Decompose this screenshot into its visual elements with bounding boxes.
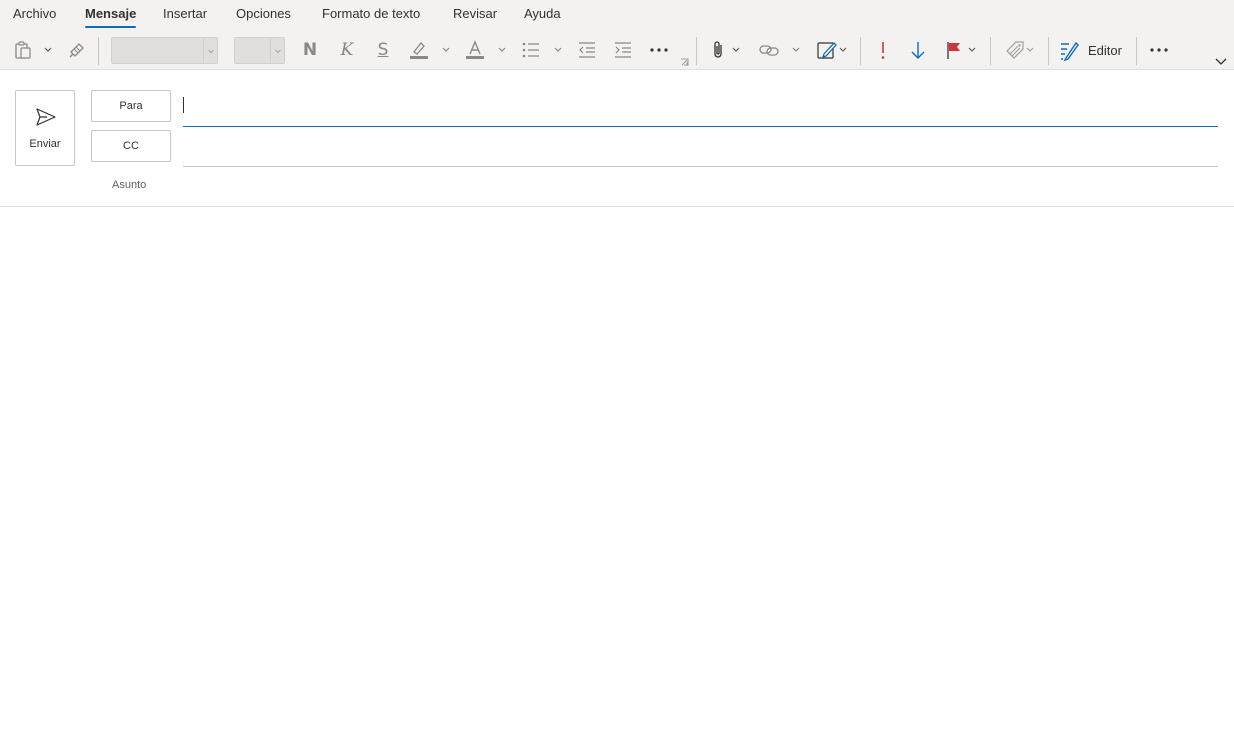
attach-button[interactable] [708, 38, 730, 62]
send-label: Enviar [29, 138, 61, 150]
paste-icon [15, 41, 31, 59]
cc-input[interactable] [183, 133, 1218, 163]
chevron-down-icon[interactable] [838, 44, 848, 54]
chevron-down-icon [203, 38, 217, 63]
subject-label: Asunto [112, 179, 147, 191]
signature-button[interactable] [816, 38, 838, 62]
toolbar-separator [1136, 37, 1137, 65]
highlight-icon [410, 42, 428, 59]
send-icon [36, 108, 56, 126]
font-color-button[interactable] [464, 38, 486, 62]
chevron-down-icon[interactable] [967, 44, 977, 54]
send-button[interactable]: Enviar [15, 90, 75, 166]
underline-icon: S [377, 40, 389, 60]
to-button[interactable]: Para [91, 90, 171, 122]
tab-formato-de-texto[interactable]: Formato de texto [322, 6, 420, 21]
italic-icon: K [340, 40, 354, 60]
chevron-down-icon[interactable] [731, 44, 741, 54]
sensitivity-icon [1006, 41, 1024, 59]
high-importance-button[interactable] [873, 38, 893, 62]
chevron-down-icon[interactable] [497, 44, 507, 54]
to-label: Para [119, 100, 143, 112]
cc-field-underline [183, 166, 1218, 167]
format-painter-icon [69, 43, 84, 58]
signature-icon [817, 42, 837, 59]
highlight-button[interactable] [408, 38, 430, 62]
high-importance-icon [881, 42, 885, 59]
more-formatting-button[interactable] [648, 38, 670, 62]
paste-button[interactable] [12, 38, 34, 62]
toolbar-separator [1048, 37, 1049, 65]
link-button[interactable] [758, 38, 780, 62]
tab-insertar[interactable]: Insertar [163, 6, 207, 21]
chevron-down-icon[interactable] [1025, 44, 1035, 54]
editor-button[interactable]: Editor [1058, 38, 1122, 62]
underline-button[interactable]: S [373, 38, 393, 62]
decrease-indent-icon [579, 42, 595, 58]
collapse-ribbon-icon[interactable] [1214, 57, 1228, 67]
flag-button[interactable] [943, 38, 965, 62]
ribbon-toolbar: N K S [0, 30, 1234, 70]
decrease-indent-button[interactable] [576, 38, 598, 62]
italic-button[interactable]: K [337, 38, 357, 62]
font-color-icon [466, 40, 484, 59]
increase-indent-button[interactable] [612, 38, 634, 62]
toolbar-separator [98, 37, 99, 65]
font-size-select[interactable] [234, 37, 285, 64]
bold-icon: N [302, 40, 318, 60]
increase-indent-icon [615, 42, 631, 58]
message-body[interactable] [0, 207, 1234, 743]
more-options-button[interactable] [1148, 38, 1170, 62]
more-options-icon [1150, 48, 1168, 52]
ribbon-tabs: Archivo Mensaje Insertar Opciones Format… [0, 0, 1234, 30]
text-caret [183, 97, 184, 113]
chevron-down-icon[interactable] [43, 44, 53, 54]
tab-ayuda[interactable]: Ayuda [524, 6, 561, 21]
format-painter-button[interactable] [66, 38, 88, 62]
cc-button[interactable]: CC [91, 130, 171, 162]
font-name-select[interactable] [111, 37, 218, 64]
chevron-down-icon[interactable] [791, 44, 801, 54]
bullets-icon [522, 42, 539, 58]
toolbar-separator [696, 37, 697, 65]
editor-label: Editor [1088, 42, 1122, 58]
toolbar-separator [990, 37, 991, 65]
chevron-down-icon [270, 38, 284, 63]
to-input[interactable] [183, 92, 1218, 122]
dialog-launcher-icon[interactable] [680, 58, 689, 67]
to-field-underline [183, 126, 1218, 127]
chevron-down-icon[interactable] [441, 44, 451, 54]
tab-mensaje[interactable]: Mensaje [85, 6, 137, 28]
toolbar-separator [860, 37, 861, 65]
bullets-button[interactable] [520, 38, 542, 62]
tab-revisar[interactable]: Revisar [453, 6, 497, 21]
bold-button[interactable]: N [300, 38, 320, 62]
subject-input[interactable] [183, 172, 1218, 200]
flag-icon [947, 42, 960, 59]
tab-opciones[interactable]: Opciones [236, 6, 291, 21]
tab-archivo[interactable]: Archivo [13, 6, 56, 21]
editor-icon [1061, 41, 1079, 61]
link-icon [759, 45, 779, 56]
chevron-down-icon[interactable] [553, 44, 563, 54]
cc-label: CC [123, 140, 139, 152]
low-importance-icon [911, 42, 925, 59]
more-icon [650, 48, 668, 52]
low-importance-button[interactable] [908, 38, 928, 62]
sensitivity-button[interactable] [1004, 38, 1026, 62]
attach-icon [714, 41, 722, 58]
